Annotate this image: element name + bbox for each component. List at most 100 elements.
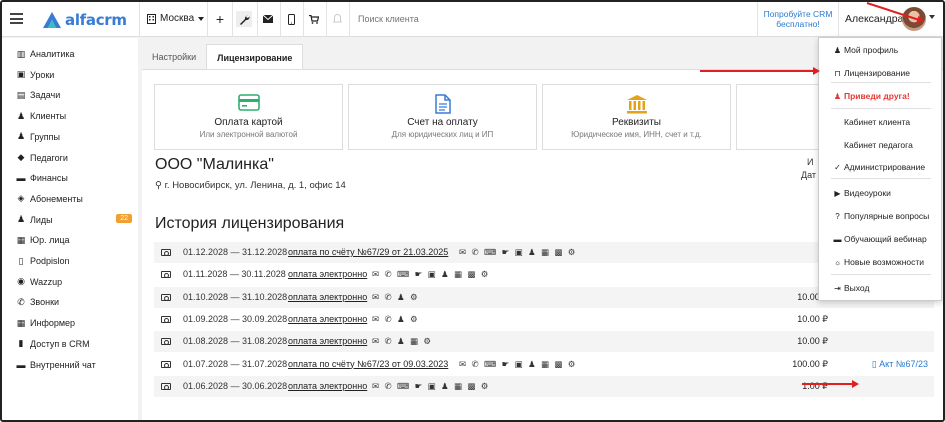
payment-link[interactable]: оплата по счёту №67/23 от 09.03.2023	[288, 359, 448, 369]
sidebar-item-label: Podpislon	[30, 256, 70, 266]
payment-link[interactable]: оплата электронно	[288, 336, 367, 346]
divider	[232, 2, 233, 37]
menu-item[interactable]: ☼ Новые возможности	[833, 255, 941, 269]
menu-item[interactable]: ✓ Администрирование	[833, 160, 941, 174]
payment-amount: 100.00 ₽	[792, 358, 828, 369]
menu-item-label: Обучающий вебинар	[844, 234, 927, 244]
menu-item-label: Популярные вопросы	[844, 211, 930, 221]
table-row: 01.12.2028 — 31.12.2028 оплата по счёту №…	[154, 242, 934, 263]
menu-item[interactable]: Кабинет клиента	[833, 115, 941, 129]
sidebar-item-label: Задачи	[30, 90, 61, 101]
alfacrm-logo-icon	[43, 12, 61, 28]
bell-icon[interactable]	[329, 11, 345, 27]
logo[interactable]: alfacrm	[42, 10, 127, 30]
money-icon	[161, 271, 171, 279]
menu-item[interactable]: ? Популярные вопросы	[833, 209, 941, 223]
money-icon	[161, 338, 171, 346]
license-period: 01.09.2028 — 30.09.2028	[183, 313, 288, 324]
address-text: г. Новосибирск, ул. Ленина, д. 1, офис 1…	[164, 180, 346, 191]
tab-settings[interactable]: Настройки	[142, 44, 206, 70]
menu-item[interactable]: ▬ Обучающий вебинар	[833, 232, 941, 246]
sidebar-item[interactable]: ✆ Звонки	[15, 294, 132, 310]
menu-item-label: Мой профиль	[844, 45, 899, 55]
sidebar-item[interactable]: ▦ Информер	[15, 315, 132, 331]
hamburger-menu-icon[interactable]	[10, 13, 23, 24]
pay-by-card-card[interactable]: Оплата картой Или электронной валютой	[154, 84, 343, 150]
tab-licensing[interactable]: Лицензирование	[206, 44, 304, 70]
city-selector[interactable]: Москва	[147, 13, 205, 24]
divider	[280, 2, 281, 37]
cart-icon[interactable]	[306, 11, 322, 27]
chart-icon: ▥	[16, 48, 26, 59]
divider	[757, 2, 758, 37]
building-icon: ▦	[16, 234, 26, 245]
requisites-card[interactable]: Реквизиты Юридическое имя, ИНН, счет и т…	[542, 84, 731, 150]
sidebar-item-label: Доступ в CRM	[30, 338, 90, 349]
user-name[interactable]: Александра	[845, 13, 903, 25]
menu-item-label: Новые возможности	[844, 257, 925, 267]
document-icon: ▯	[18, 255, 24, 266]
money-icon	[161, 382, 171, 390]
sidebar-item[interactable]: ▤ Задачи	[15, 87, 132, 103]
lock-icon: ▮	[18, 338, 24, 349]
users-icon: ♟	[833, 91, 842, 101]
channel-icons: ✉ ✆ ♟ ⚙	[372, 313, 420, 324]
menu-item[interactable]: ⊓ Лицензирование	[833, 66, 941, 80]
menu-item-label: Выход	[844, 283, 870, 293]
sidebar-item[interactable]: ▣ Уроки	[15, 67, 132, 83]
add-icon[interactable]: +	[212, 11, 228, 27]
menu-item[interactable]: Кабинет педагога	[833, 138, 941, 152]
sidebar-item[interactable]: ♟ Клиенты	[15, 108, 132, 124]
chevron-down-icon[interactable]	[929, 15, 935, 19]
sidebar-item[interactable]: ▮ Доступ в CRM	[15, 336, 132, 352]
sidebar-item[interactable]: ▦ Юр. лица	[15, 232, 132, 248]
table-row: 01.06.2028 — 30.06.2028 оплата электронно…	[154, 375, 934, 397]
invoice-card[interactable]: Счет на оплату Для юридических лиц и ИП	[348, 84, 537, 150]
sidebar-item-label: Группы	[30, 131, 60, 142]
channel-icons: ✉ ✆ ♟ ▦ ⚙	[372, 336, 433, 347]
act-document-link[interactable]: ▯ Акт №67/23	[872, 359, 928, 370]
mobile-icon[interactable]	[283, 11, 299, 27]
bank-icon	[626, 95, 647, 114]
menu-divider	[831, 178, 931, 179]
sidebar-item[interactable]: ▯ Podpislon	[15, 253, 132, 269]
divider	[139, 2, 140, 37]
sidebar-item[interactable]: ◉ Wazzup	[15, 274, 132, 290]
sidebar-item[interactable]: ▬ Внутренний чат	[15, 357, 132, 373]
sidebar-item[interactable]: ◈ Абонементы	[15, 191, 132, 207]
menu-item[interactable]: ♟ Приведи друга!	[833, 89, 941, 103]
payment-link[interactable]: оплата по счёту №67/29 от 21.03.2025	[288, 247, 448, 257]
sidebar-item[interactable]: ▥ Аналитика	[15, 46, 132, 62]
divider	[838, 2, 839, 37]
search-input[interactable]	[350, 9, 650, 29]
annotation-arrow	[700, 66, 820, 75]
sidebar-item[interactable]: ◆ Педагоги	[15, 150, 132, 166]
menu-divider	[831, 108, 931, 109]
company-info-label: И	[807, 157, 814, 167]
menu-divider	[831, 274, 931, 275]
promo-link[interactable]: Попробуйте CRM бесплатно!	[762, 9, 834, 29]
payment-link[interactable]: оплата электронно	[288, 269, 367, 279]
phone-icon: ✆	[17, 296, 25, 307]
menu-item-label: Приведи друга!	[844, 91, 910, 101]
money-icon	[161, 315, 171, 323]
act-label: Акт №67/23	[879, 358, 928, 369]
payment-link[interactable]: оплата электронно	[288, 314, 367, 324]
company-date-label: Дат	[801, 170, 817, 180]
sidebar-item[interactable]: ▬ Финансы	[15, 170, 132, 186]
company-address: ⚲ г. Новосибирск, ул. Ленина, д. 1, офис…	[155, 180, 346, 191]
sidebar-item[interactable]: ♟ Лиды 22	[15, 212, 132, 228]
money-icon	[161, 249, 171, 256]
payment-link[interactable]: оплата электронно	[288, 292, 367, 302]
monitor-icon: ▬	[833, 234, 842, 244]
payment-link[interactable]: оплата электронно	[288, 381, 367, 391]
divider	[207, 2, 208, 37]
user-dropdown-menu: ♟ Мой профиль ⊓ Лицензирование ♟ Приведи друг…	[818, 37, 942, 301]
menu-item[interactable]: ⇥ Выход	[833, 281, 941, 295]
sidebar-item[interactable]: ♟ Группы	[15, 129, 132, 145]
user-icon: ♟	[16, 110, 26, 121]
mail-icon[interactable]	[260, 11, 276, 27]
menu-item[interactable]: ▶ Видеоуроки	[833, 186, 941, 200]
wrench-icon[interactable]	[236, 11, 252, 27]
menu-item[interactable]: ♟ Мой профиль	[833, 43, 941, 57]
